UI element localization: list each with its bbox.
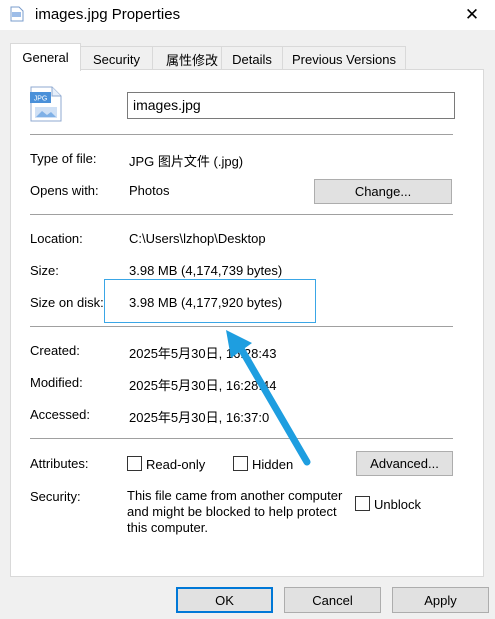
created-label: Created: [30,343,80,358]
divider [30,326,453,327]
close-icon: ✕ [464,5,480,24]
security-label: Security: [30,489,81,504]
accessed-label: Accessed: [30,407,90,422]
highlight-box [104,279,316,323]
tab-security[interactable]: Security [80,46,153,71]
location-value: C:\Users\lzhop\Desktop [129,231,266,246]
location-label: Location: [30,231,83,246]
ok-button-label: OK [215,592,234,608]
change-button-label: Change... [354,184,412,199]
size-on-disk-label: Size on disk: [30,295,104,310]
tab-previous-versions[interactable]: Previous Versions [282,46,406,71]
jpg-file-icon: JPG [30,86,62,122]
tab-general[interactable]: General [10,43,81,71]
tab-label: Previous Versions [291,51,397,67]
attributes-label: Attributes: [30,456,89,471]
apply-button-label: Apply [424,592,457,608]
advanced-button[interactable]: Advanced... [356,451,453,476]
window-title: images.jpg Properties [35,6,181,23]
accessed-value: 2025年5月30日, 16:37:0 [129,410,270,425]
change-button[interactable]: Change... [314,179,452,204]
hidden-checkbox[interactable] [233,456,248,471]
tab-attribute-modify[interactable]: 属性修改 [152,46,232,71]
divider [30,214,453,215]
read-only-checkbox[interactable] [127,456,142,471]
cancel-button[interactable]: Cancel [284,587,381,613]
modified-label: Modified: [30,375,83,390]
read-only-label: Read-only [146,457,206,472]
advanced-button-label: Advanced... [370,456,439,471]
divider [30,134,453,135]
hidden-label: Hidden [252,457,294,472]
created-value: 2025年5月30日, 16:28:43 [129,346,277,361]
security-message: This file came from another computer and… [127,488,343,535]
opens-label: Opens with: [30,183,99,198]
file-name-field[interactable]: images.jpg [127,92,455,119]
close-button[interactable]: ✕ [449,0,495,30]
size-label: Size: [30,263,59,278]
size-value: 3.98 MB (4,174,739 bytes) [129,263,283,278]
unblock-label: Unblock [374,497,421,512]
divider [30,438,453,439]
title-bar: images.jpg Properties ✕ [0,0,495,30]
tab-details[interactable]: Details [221,46,283,71]
file-icon-small [10,6,24,22]
file-icon-label: JPG [34,96,48,103]
type-value: JPG 图片文件 (.jpg) [129,154,244,169]
type-label: Type of file: [30,151,97,166]
tab-label: General [22,50,69,65]
tab-label: Security [93,51,140,67]
tab-label: Details [232,51,272,67]
unblock-checkbox[interactable] [355,496,370,511]
opens-value: Photos [129,183,170,198]
apply-button[interactable]: Apply [392,587,489,613]
ok-button[interactable]: OK [176,587,273,613]
cancel-button-label: Cancel [312,592,353,608]
tab-label: 属性修改 [165,52,218,68]
modified-value: 2025年5月30日, 16:28:44 [129,378,277,393]
